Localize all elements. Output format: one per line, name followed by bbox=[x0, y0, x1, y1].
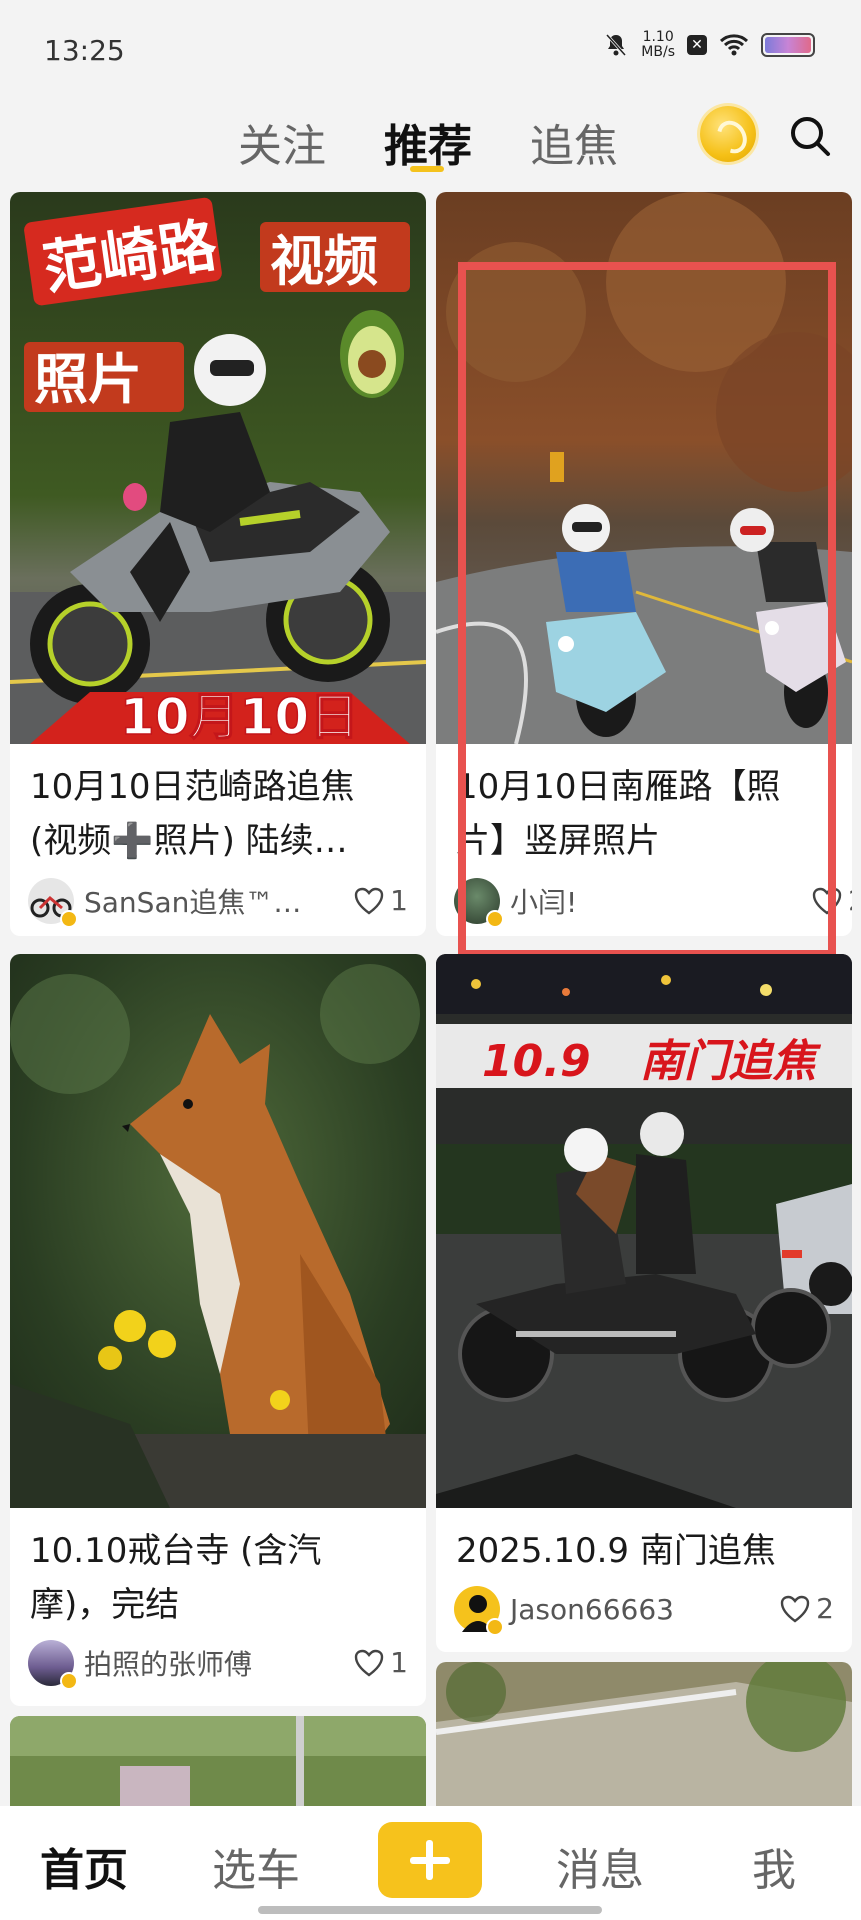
image-text-date: 10月10日 bbox=[120, 688, 359, 744]
like-button[interactable]: 2 bbox=[780, 1592, 834, 1625]
avatar bbox=[28, 878, 78, 928]
tab-focus[interactable]: 追焦 bbox=[530, 110, 618, 174]
active-tab-indicator bbox=[410, 166, 444, 172]
status-time: 13:25 bbox=[44, 34, 125, 67]
author-name: SanSan追焦™… bbox=[84, 886, 302, 919]
feed-card[interactable] bbox=[10, 1716, 426, 1816]
card-author[interactable]: Jason66663 bbox=[454, 1586, 674, 1636]
card-author[interactable]: 拍照的张师傅 bbox=[28, 1640, 253, 1690]
feed-card[interactable] bbox=[436, 1662, 852, 1816]
feed-card[interactable]: 范崎路 视频 照片 10月10日 10月10日范崎路追焦 (视频➕照片) 陆续…… bbox=[10, 192, 426, 936]
nav-cars[interactable]: 选车 bbox=[212, 1834, 300, 1898]
mute-bell-icon bbox=[606, 33, 627, 57]
bottom-nav: 首页 选车 消息 我 bbox=[0, 1806, 861, 1920]
card-image bbox=[10, 1716, 426, 1816]
tab-follow[interactable]: 关注 bbox=[238, 110, 326, 174]
battery-icon bbox=[761, 33, 815, 57]
coin-icon[interactable] bbox=[700, 106, 756, 162]
like-count: 2 bbox=[848, 884, 852, 917]
top-nav: 关注 推荐 追焦 bbox=[0, 100, 861, 180]
card-title-line: 10.10戒台寺 (含汽 bbox=[30, 1531, 322, 1571]
image-text-video: 视频 bbox=[270, 230, 378, 293]
avatar bbox=[28, 1640, 78, 1690]
card-title-line: 2025.10.9 南门追焦 bbox=[456, 1531, 776, 1571]
like-button[interactable]: 1 bbox=[354, 884, 408, 917]
author-name: Jason66663 bbox=[510, 1592, 674, 1626]
card-author[interactable]: SanSan追焦™… bbox=[28, 878, 302, 928]
heart-icon bbox=[354, 887, 384, 914]
card-title-line: (视频➕照片) 陆续… bbox=[30, 821, 348, 861]
card-title-line: 摩)，完结 bbox=[30, 1585, 180, 1625]
card-image bbox=[10, 954, 426, 1508]
like-button[interactable]: 1 bbox=[354, 1646, 408, 1679]
home-indicator[interactable] bbox=[258, 1906, 602, 1914]
status-icons: 1.10 MB/s ✕ bbox=[603, 30, 815, 60]
image-text-date: 10.9 bbox=[482, 1036, 591, 1087]
card-image: 范崎路 视频 照片 10月10日 bbox=[10, 192, 426, 744]
author-name: 拍照的张师傅 bbox=[84, 1648, 253, 1681]
verified-badge-icon bbox=[60, 910, 78, 928]
like-count: 2 bbox=[816, 1592, 834, 1625]
feed-card[interactable]: 10.10戒台寺 (含汽 摩)，完结 拍照的张师傅 1 bbox=[10, 954, 426, 1706]
publish-plus-button[interactable] bbox=[378, 1822, 482, 1898]
status-bar: 13:25 1.10 MB/s ✕ bbox=[0, 0, 861, 100]
card-image bbox=[436, 1662, 852, 1816]
image-text-photo: 照片 bbox=[34, 348, 142, 411]
search-icon[interactable] bbox=[788, 114, 832, 158]
net-speed: 1.10 MB/s bbox=[641, 29, 675, 60]
card-image: 10.9 南门追焦 bbox=[436, 954, 852, 1508]
verified-badge-icon bbox=[486, 1618, 504, 1636]
like-count: 1 bbox=[390, 1646, 408, 1679]
wifi-icon bbox=[719, 34, 749, 56]
image-text-title: 南门追焦 bbox=[640, 1036, 822, 1087]
tab-recommend[interactable]: 推荐 bbox=[384, 110, 472, 174]
nav-home[interactable]: 首页 bbox=[40, 1834, 128, 1898]
heart-icon bbox=[354, 1649, 384, 1676]
feed-card[interactable]: 10.9 南门追焦 2025.10.9 南门追焦 Jason66663 2 bbox=[436, 954, 852, 1652]
avatar bbox=[454, 1586, 504, 1636]
nav-me[interactable]: 我 bbox=[752, 1834, 796, 1898]
sim-off-icon: ✕ bbox=[687, 35, 707, 55]
like-count: 1 bbox=[390, 884, 408, 917]
verified-badge-icon bbox=[60, 1672, 78, 1690]
highlight-box bbox=[458, 262, 836, 958]
card-title-line: 10月10日范崎路追焦 bbox=[30, 767, 355, 807]
nav-messages[interactable]: 消息 bbox=[556, 1834, 644, 1898]
heart-icon bbox=[780, 1595, 810, 1622]
